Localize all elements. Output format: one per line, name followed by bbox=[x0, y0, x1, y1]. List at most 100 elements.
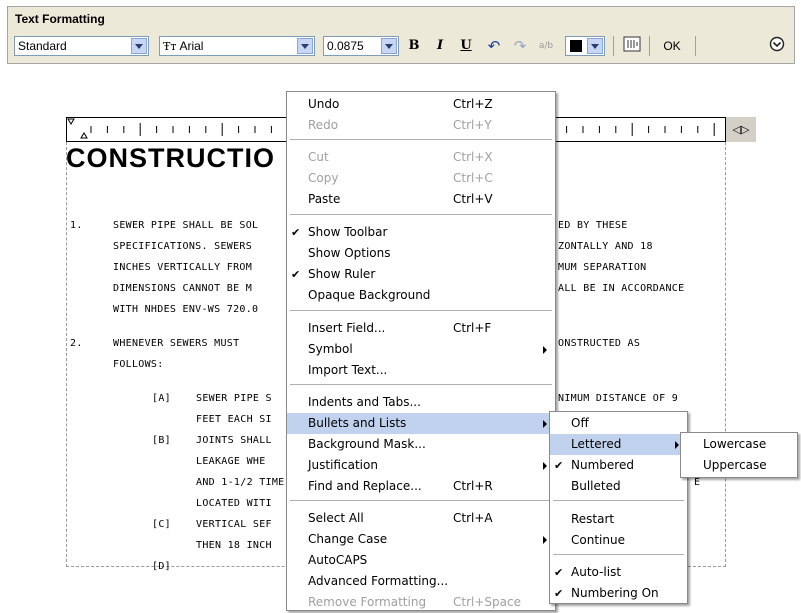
menu-item-show-toolbar[interactable]: ✔ Show Toolbar bbox=[287, 222, 555, 243]
body-text-line: JOINTS SHALL bbox=[196, 435, 272, 446]
menu-item-label: Select All bbox=[308, 511, 364, 525]
chevron-down-icon[interactable] bbox=[587, 38, 603, 54]
menu-item-insert-field[interactable]: Insert Field... Ctrl+F bbox=[287, 318, 555, 339]
font-value: Arial bbox=[179, 39, 204, 53]
text-height-value: 0.0875 bbox=[327, 39, 364, 53]
italic-button[interactable]: I bbox=[429, 36, 451, 56]
menu-item-change-case[interactable]: Change Case bbox=[287, 529, 555, 550]
menu-item-label: Show Toolbar bbox=[308, 225, 388, 239]
menu-item-paste[interactable]: Paste Ctrl+V bbox=[287, 189, 555, 210]
menu-item-label: Restart bbox=[571, 512, 615, 526]
menu-item-numbering-on[interactable]: ✔ Numbering On bbox=[550, 583, 687, 604]
menu-item-show-ruler[interactable]: ✔ Show Ruler bbox=[287, 264, 555, 285]
menu-item-auto-list[interactable]: ✔ Auto-list bbox=[550, 562, 687, 583]
body-text-line: ED BY THESE bbox=[558, 220, 628, 231]
menu-item-label: Redo bbox=[308, 118, 339, 132]
redo-icon[interactable]: ↷ bbox=[509, 36, 531, 56]
menu-item-numbered[interactable]: ✔ Numbered bbox=[550, 455, 687, 476]
menu-item-shortcut: Ctrl+R bbox=[453, 479, 493, 493]
menu-item-background-mask[interactable]: Background Mask... bbox=[287, 434, 555, 455]
menu-separator bbox=[553, 554, 684, 555]
submenu-arrow-icon bbox=[675, 441, 679, 449]
ruler-toggle-button[interactable] bbox=[621, 36, 643, 56]
menu-item-shortcut: Ctrl+Z bbox=[453, 97, 493, 111]
menu-item-undo[interactable]: Undo Ctrl+Z bbox=[287, 94, 555, 115]
menu-item-off[interactable]: Off bbox=[550, 413, 687, 434]
menu-item-find-and-replace[interactable]: Find and Replace... Ctrl+R bbox=[287, 476, 555, 497]
menu-item-lowercase[interactable]: Lowercase bbox=[681, 434, 797, 455]
toolbar-separator bbox=[649, 36, 650, 56]
menu-item-shortcut: Ctrl+X bbox=[453, 150, 493, 164]
menu-item-justification[interactable]: Justification bbox=[287, 455, 555, 476]
submenu-arrow-icon bbox=[543, 462, 547, 470]
check-icon: ✔ bbox=[554, 566, 564, 579]
toolbar-separator bbox=[613, 36, 614, 56]
menu-item-indents-and-tabs[interactable]: Indents and Tabs... bbox=[287, 392, 555, 413]
body-text-line: ZONTALLY AND 18 bbox=[558, 241, 653, 252]
body-text-line: SEWER PIPE SHALL BE SOL bbox=[113, 220, 259, 231]
first-indent-marker[interactable] bbox=[67, 118, 75, 125]
list-number: 2. bbox=[70, 338, 83, 349]
menu-item-lettered[interactable]: Lettered bbox=[550, 434, 687, 455]
menu-item-symbol[interactable]: Symbol bbox=[287, 339, 555, 360]
toolbar-title: Text Formatting bbox=[15, 12, 105, 26]
menu-item-bullets-and-lists[interactable]: Bullets and Lists bbox=[287, 413, 555, 434]
check-icon: ✔ bbox=[291, 226, 301, 239]
color-swatch bbox=[570, 40, 582, 52]
style-value: Standard bbox=[18, 39, 67, 53]
menu-item-uppercase[interactable]: Uppercase bbox=[681, 455, 797, 476]
menu-item-select-all[interactable]: Select All Ctrl+A bbox=[287, 508, 555, 529]
chevron-down-icon[interactable] bbox=[381, 38, 397, 54]
menu-item-redo[interactable]: Redo Ctrl+Y bbox=[287, 115, 555, 136]
stack-icon[interactable]: a/b bbox=[535, 36, 557, 56]
submenu-arrow-icon bbox=[543, 536, 547, 544]
bold-button[interactable]: B bbox=[403, 36, 425, 56]
body-text-line: DIMENSIONS CANNOT BE M bbox=[113, 283, 253, 294]
menu-item-copy[interactable]: Copy Ctrl+C bbox=[287, 168, 555, 189]
menu-item-restart[interactable]: Restart bbox=[550, 509, 687, 530]
undo-icon[interactable]: ↶ bbox=[483, 36, 505, 56]
menu-item-cut[interactable]: Cut Ctrl+X bbox=[287, 147, 555, 168]
body-text-line: ALL BE IN ACCORDANCE bbox=[558, 283, 685, 294]
menu-item-autocaps[interactable]: AutoCAPS bbox=[287, 550, 555, 571]
chevron-down-icon[interactable] bbox=[131, 38, 147, 54]
ruler-resize-handle[interactable]: ◁▷ bbox=[726, 117, 756, 142]
check-icon: ✔ bbox=[554, 459, 564, 472]
body-text-line: AND 1-1/2 TIME bbox=[196, 477, 285, 488]
menu-item-continue[interactable]: Continue bbox=[550, 530, 687, 551]
underline-button[interactable]: U bbox=[455, 36, 477, 56]
toolbar-row: Standard Ŧᴛ Arial 0.0875 B I U ↶ ↷ a/b OK bbox=[11, 34, 791, 58]
list-letter: [A] bbox=[152, 393, 171, 404]
style-select[interactable]: Standard bbox=[14, 36, 149, 56]
paragraph-indent-marker[interactable] bbox=[80, 132, 88, 139]
body-text-line: SPECIFICATIONS. SEWERS bbox=[113, 241, 253, 252]
body-text-line: FOLLOWS: bbox=[113, 359, 164, 370]
menu-item-label: Justification bbox=[308, 458, 378, 472]
menu-item-label: Indents and Tabs... bbox=[308, 395, 421, 409]
color-select[interactable] bbox=[565, 36, 605, 56]
toolbar-separator bbox=[695, 36, 696, 56]
menu-separator bbox=[290, 214, 552, 215]
options-button[interactable] bbox=[767, 36, 787, 56]
font-select[interactable]: Ŧᴛ Arial bbox=[159, 36, 315, 56]
menu-item-shortcut: Ctrl+C bbox=[453, 171, 493, 185]
menu-item-show-options[interactable]: Show Options bbox=[287, 243, 555, 264]
body-text-line: WITH NHDES ENV-WS 720.0 bbox=[113, 304, 259, 315]
menu-item-import-text[interactable]: Import Text... bbox=[287, 360, 555, 381]
menu-separator bbox=[290, 500, 552, 501]
menu-item-label: Opaque Background bbox=[308, 288, 431, 302]
menu-item-label: Cut bbox=[308, 150, 329, 164]
menu-item-bulleted[interactable]: Bulleted bbox=[550, 476, 687, 497]
chevron-down-icon[interactable] bbox=[297, 38, 313, 54]
ok-button[interactable]: OK bbox=[659, 36, 685, 56]
menu-item-label: Continue bbox=[571, 533, 625, 547]
body-text-line: ONSTRUCTED AS bbox=[558, 338, 641, 349]
menu-item-label: Uppercase bbox=[703, 458, 767, 472]
menu-item-label: Insert Field... bbox=[308, 321, 386, 335]
menu-item-opaque-background[interactable]: Opaque Background bbox=[287, 285, 555, 306]
text-height-select[interactable]: 0.0875 bbox=[323, 36, 399, 56]
menu-item-label: Lowercase bbox=[703, 437, 767, 451]
body-text-line: SEWER PIPE S bbox=[196, 393, 272, 404]
list-number: 1. bbox=[70, 220, 83, 231]
menu-item-advanced-formatting[interactable]: Advanced Formatting... bbox=[287, 571, 555, 592]
